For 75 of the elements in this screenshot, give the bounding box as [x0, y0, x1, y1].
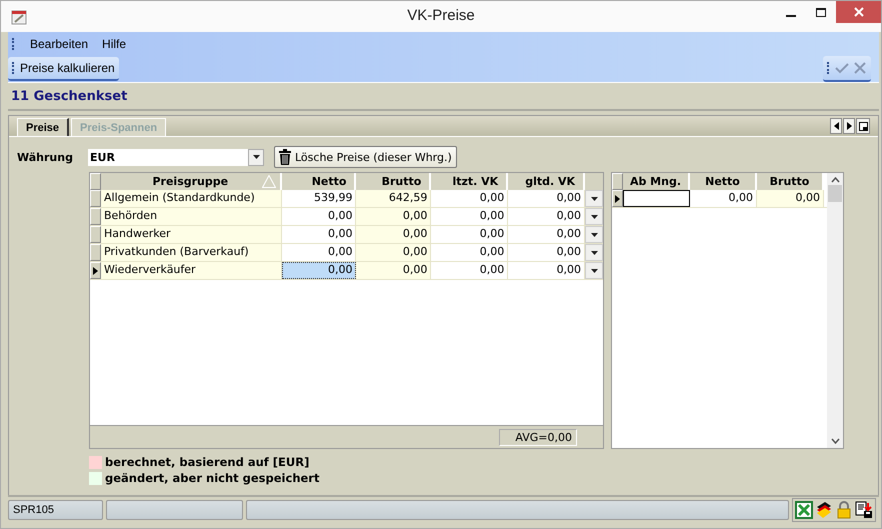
- table-cell: 0,00: [431, 208, 508, 225]
- table-cell: Privatkunden (Barverkauf): [100, 244, 282, 261]
- table-cell: 0,00: [356, 262, 432, 279]
- dropdown-arrow-icon: [252, 155, 260, 159]
- legend-label: berechnet, basierend auf [EUR]: [105, 455, 310, 469]
- table-cell: 0,00: [282, 262, 356, 279]
- window-list-button[interactable]: [856, 118, 870, 134]
- flag-icon[interactable]: [815, 500, 833, 518]
- table-cell: 0,00: [356, 226, 432, 243]
- input-field[interactable]: [623, 190, 690, 207]
- minimize-icon: [786, 15, 796, 17]
- status-panel: SPR105: [8, 500, 103, 520]
- left-arrow-icon: [834, 122, 838, 130]
- table-cell: 0,00: [356, 208, 432, 225]
- row-dropdown[interactable]: [585, 244, 604, 261]
- table-cell: Allgemein (Standardkunde): [100, 190, 282, 207]
- row-dropdown[interactable]: [585, 226, 604, 243]
- table-cell: Behörden: [100, 208, 282, 225]
- scrollbar[interactable]: [827, 173, 843, 448]
- record-heading: 11 Geschenkset: [8, 83, 879, 111]
- dropdown-arrow-icon: [590, 250, 598, 254]
- table-cell: 0,00: [431, 190, 508, 207]
- save-document-icon[interactable]: [855, 500, 873, 518]
- dropdown-arrow-icon: [590, 268, 598, 272]
- right-arrow-icon: [846, 122, 852, 130]
- menu-item[interactable]: Hilfe: [102, 37, 126, 51]
- column-header[interactable]: ltzt. VK: [431, 173, 508, 190]
- column-header[interactable]: Netto: [282, 173, 356, 190]
- header-corner: [585, 173, 604, 190]
- row-indicator[interactable]: [612, 190, 623, 207]
- row-dropdown[interactable]: [585, 190, 604, 207]
- calculate-prices-button[interactable]: Preise kalkulieren: [8, 57, 119, 81]
- legend-label: geändert, aber nicht gespeichert: [105, 471, 320, 485]
- column-header[interactable]: gltd. VK: [508, 173, 586, 190]
- column-header[interactable]: Preisgruppe: [100, 173, 282, 190]
- sort-icon: [262, 175, 276, 188]
- column-header[interactable]: Ab Mng.: [623, 173, 690, 190]
- app-icon: [11, 8, 27, 24]
- dropdown-arrow-icon: [590, 214, 598, 218]
- table-cell: 642,59: [356, 190, 432, 207]
- window-title: VK-Preise: [406, 7, 476, 24]
- currency-dropdown[interactable]: EUR: [88, 148, 264, 166]
- column-header[interactable]: Brutto: [356, 173, 432, 190]
- close-icon: [854, 7, 864, 17]
- scroll-up-icon[interactable]: [830, 177, 840, 183]
- row-dropdown[interactable]: [585, 208, 604, 225]
- window-icon: [858, 122, 868, 130]
- row-dropdown[interactable]: [585, 262, 604, 279]
- table-cell: Wiederverkäufer: [100, 262, 282, 279]
- table-cell: 0,00: [431, 226, 508, 243]
- table-cell: 0,00: [356, 244, 432, 261]
- table-cell: 0,00: [757, 190, 824, 207]
- trash-icon: [279, 149, 291, 165]
- row-indicator[interactable]: [90, 262, 101, 279]
- table-cell: Handwerker: [100, 226, 282, 243]
- table-cell: 0,00: [431, 262, 508, 279]
- currency-label: Währung: [17, 150, 74, 164]
- grip-handle[interactable]: [12, 38, 16, 50]
- average-value: AVG=0,00: [499, 428, 577, 446]
- delete-prices-button[interactable]: Lösche Preise (dieser Whrg.): [274, 146, 457, 168]
- maximize-icon: [816, 8, 826, 16]
- dropdown-arrow-icon: [590, 232, 598, 236]
- check-icon[interactable]: [835, 62, 849, 74]
- dropdown-arrow-icon: [590, 196, 598, 200]
- menu-item[interactable]: Bearbeiten: [30, 37, 88, 51]
- spreadsheet-icon[interactable]: [795, 500, 813, 518]
- tab[interactable]: Preise: [17, 118, 70, 136]
- scroll-right-button[interactable]: [843, 118, 855, 134]
- column-header[interactable]: Netto: [690, 173, 757, 190]
- close-button[interactable]: [836, 1, 881, 23]
- scroll-left-button[interactable]: [830, 118, 842, 134]
- table-cell: 0,00: [431, 244, 508, 261]
- scroll-down-icon[interactable]: [830, 438, 840, 444]
- scrollbar-thumb[interactable]: [828, 185, 842, 202]
- column-header[interactable]: Brutto: [757, 173, 824, 190]
